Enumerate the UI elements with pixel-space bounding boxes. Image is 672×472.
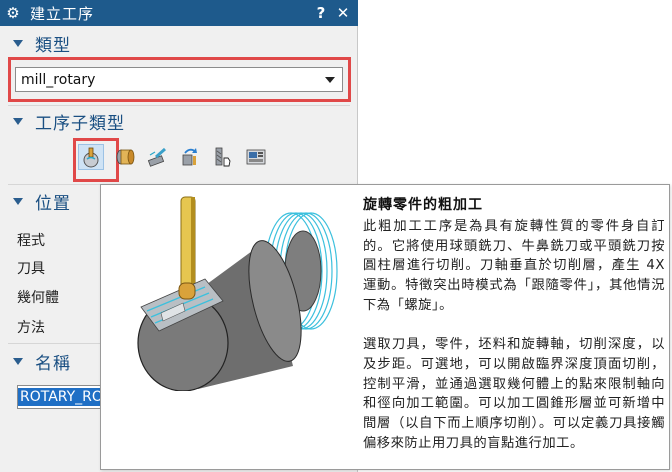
tooltip-paragraph: 選取刀具，零件，坯料和旋轉軸，切削深度，以及步距。可選地，可以開啟臨界深度頂面切… [363, 337, 665, 451]
collapse-triangle-icon [13, 117, 23, 125]
subtype-tooltip: 旋轉零件的粗加工 此粗加工工序是為具有旋轉性質的零件身自訂的。它將使用球頭銑刀、… [100, 184, 670, 470]
type-section-label: 類型 [35, 35, 71, 56]
name-field[interactable]: ROTARY_ROUGH [17, 385, 107, 409]
method-label: 方法 [17, 320, 45, 336]
collapse-triangle-icon [13, 39, 23, 47]
subtype-section-label: 工序子類型 [35, 113, 125, 134]
geometry-label: 幾何體 [17, 290, 59, 306]
program-label: 程式 [17, 233, 45, 249]
tooltip-paragraph: 此粗加工工序是為具有旋轉性質的零件身自訂的。它將使用球頭銑刀、牛鼻銑刀或平頭銑刀… [363, 219, 665, 313]
cylinder-cutter-icon[interactable] [111, 144, 137, 170]
close-button[interactable]: ✕ [332, 0, 354, 26]
tooltip-description: 此粗加工工序是為具有旋轉性質的零件身自訂的。它將使用球頭銑刀、牛鼻銑刀或平頭銑刀… [363, 217, 665, 472]
dialog-titlebar: ⚙ 建立工序 ? ✕ [0, 0, 358, 26]
subtype-section-header[interactable]: 工序子類型 [0, 106, 358, 136]
control-panel-icon[interactable] [243, 144, 269, 170]
dialog-title: 建立工序 [30, 4, 95, 23]
name-field-value: ROTARY_ROUGH [18, 388, 106, 406]
type-select[interactable]: mill_rotary [15, 67, 343, 92]
collapse-triangle-icon [13, 357, 23, 365]
tooltip-title: 旋轉零件的粗加工 [363, 197, 483, 213]
shaft-hand-icon[interactable] [210, 144, 236, 170]
subtype-icon-row [78, 144, 269, 170]
chevron-down-icon [325, 76, 335, 83]
position-section-label: 位置 [35, 193, 71, 214]
tool-label: 刀具 [17, 261, 45, 277]
rotary-roughing-illustration [137, 196, 338, 391]
ball-cutter-roughing-icon[interactable] [78, 144, 104, 170]
rotary-arrow-icon[interactable] [177, 144, 203, 170]
spray-cutter-icon[interactable] [144, 144, 170, 170]
help-button[interactable]: ? [310, 0, 332, 26]
type-select-value: mill_rotary [21, 71, 96, 88]
collapse-triangle-icon [13, 197, 23, 205]
type-section-header[interactable]: 類型 [0, 28, 358, 58]
name-section-label: 名稱 [35, 353, 71, 374]
gear-icon[interactable]: ⚙ [2, 0, 24, 26]
